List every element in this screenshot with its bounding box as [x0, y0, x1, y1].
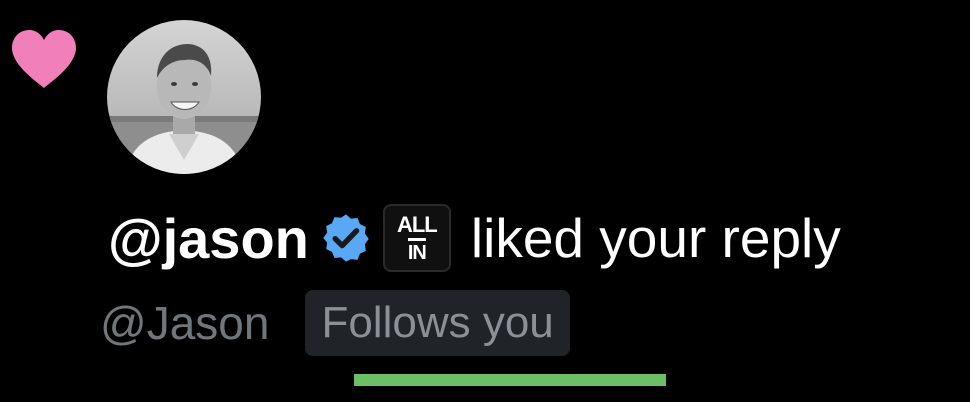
action-text: liked your reply: [470, 207, 841, 269]
notification-subline: @Jason Follows you: [100, 288, 570, 358]
affiliation-badge[interactable]: ALL IN: [382, 204, 451, 272]
user-handle[interactable]: @jason: [108, 206, 309, 271]
heart-icon: [12, 30, 76, 88]
notification-headline: @jason ALL IN liked your reply: [108, 198, 841, 278]
sub-handle[interactable]: @Jason: [100, 296, 269, 350]
affiliation-badge-line1: ALL: [396, 211, 438, 237]
follows-you-badge: Follows you: [305, 290, 570, 356]
verified-badge-icon: [323, 214, 369, 262]
avatar[interactable]: [107, 20, 261, 174]
affiliation-badge-line2: IN: [407, 237, 427, 263]
highlight-underline: [354, 374, 666, 386]
